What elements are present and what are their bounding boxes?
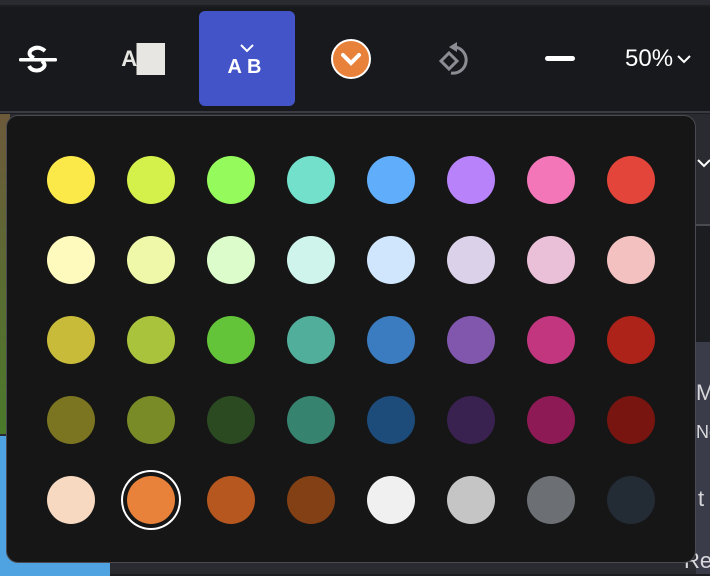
background-text: Ne xyxy=(696,422,710,442)
color-swatch[interactable] xyxy=(127,156,175,204)
color-swatch[interactable] xyxy=(47,316,95,364)
color-swatch[interactable] xyxy=(127,396,175,444)
color-swatch[interactable] xyxy=(607,236,655,284)
color-swatch[interactable] xyxy=(607,156,655,204)
color-swatch[interactable] xyxy=(527,156,575,204)
strikethrough-button[interactable] xyxy=(10,11,66,106)
rotate-button[interactable] xyxy=(430,11,480,106)
color-picker-button[interactable] xyxy=(325,11,377,106)
color-swatch[interactable] xyxy=(127,476,175,524)
toolbar: Abc AB 50% xyxy=(0,7,710,113)
color-swatch[interactable] xyxy=(367,316,415,364)
minus-button[interactable] xyxy=(535,11,585,106)
color-swatch[interactable] xyxy=(447,476,495,524)
color-swatch[interactable] xyxy=(607,316,655,364)
background-panel xyxy=(696,226,710,342)
color-swatch[interactable] xyxy=(527,236,575,284)
strikethrough-icon xyxy=(19,45,57,72)
color-swatch[interactable] xyxy=(287,236,335,284)
color-swatch[interactable] xyxy=(447,316,495,364)
background-text: M xyxy=(696,380,710,405)
color-swatch[interactable] xyxy=(127,236,175,284)
color-swatch[interactable] xyxy=(287,316,335,364)
color-swatch[interactable] xyxy=(287,396,335,444)
color-swatch[interactable] xyxy=(47,476,95,524)
color-swatch[interactable] xyxy=(287,476,335,524)
color-swatch[interactable] xyxy=(607,476,655,524)
zoom-level: 50% xyxy=(625,44,674,72)
color-swatch[interactable] xyxy=(367,476,415,524)
rotate-icon xyxy=(438,41,468,75)
color-swatch[interactable] xyxy=(367,156,415,204)
text-style-button[interactable]: Abc xyxy=(110,11,174,106)
color-swatch[interactable] xyxy=(367,236,415,284)
color-palette-popover xyxy=(6,115,696,563)
color-swatch[interactable] xyxy=(287,156,335,204)
chevron-down-icon xyxy=(240,43,254,52)
color-swatch[interactable] xyxy=(447,236,495,284)
color-swatch[interactable] xyxy=(207,316,255,364)
text-style-icon-label: Abc xyxy=(119,42,165,75)
text-case-label: AB xyxy=(227,55,267,78)
color-swatch[interactable] xyxy=(127,316,175,364)
color-swatch[interactable] xyxy=(607,396,655,444)
text-case-icon: AB xyxy=(228,41,267,77)
color-swatch[interactable] xyxy=(207,476,255,524)
color-swatch[interactable] xyxy=(447,396,495,444)
chevron-down-icon xyxy=(677,54,691,63)
background-text: t xyxy=(698,486,705,511)
minus-icon xyxy=(545,56,575,61)
text-style-icon: Abc xyxy=(119,42,165,75)
color-swatch[interactable] xyxy=(47,156,95,204)
color-swatch[interactable] xyxy=(47,396,95,444)
orange-chevron-circle-icon xyxy=(331,38,371,79)
color-swatch[interactable] xyxy=(527,476,575,524)
color-swatch[interactable] xyxy=(527,396,575,444)
background-panel xyxy=(696,342,710,574)
color-swatch[interactable] xyxy=(447,156,495,204)
zoom-dropdown[interactable]: 50% xyxy=(625,11,710,106)
color-swatch[interactable] xyxy=(207,396,255,444)
color-swatch[interactable] xyxy=(367,396,415,444)
color-swatch[interactable] xyxy=(527,316,575,364)
text-case-button[interactable]: AB xyxy=(199,11,295,106)
color-swatch[interactable] xyxy=(207,156,255,204)
color-swatch[interactable] xyxy=(207,236,255,284)
color-swatch[interactable] xyxy=(47,236,95,284)
window-edge xyxy=(0,0,710,5)
